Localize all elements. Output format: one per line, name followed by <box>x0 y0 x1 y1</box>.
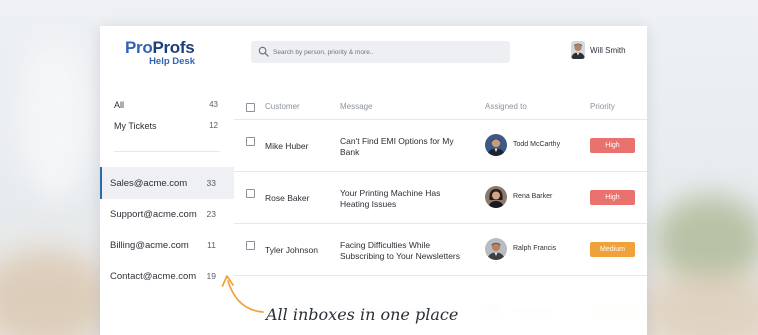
sidebar-item-all[interactable]: All 43 <box>114 100 218 110</box>
ticket-row[interactable]: Mike Huber Can't Find EMI Options for My… <box>234 120 647 172</box>
callout-caption: All inboxes in one place <box>266 305 459 324</box>
inbox-label: Sales@acme.com <box>110 178 188 189</box>
sidebar-item-count: 12 <box>209 121 218 130</box>
sidebar-item-count: 43 <box>209 100 218 109</box>
avatar <box>571 41 585 59</box>
agent-name: Todd McCarthy <box>513 141 561 148</box>
logo-wordmark: ProProfs <box>125 38 195 57</box>
inbox-count: 11 <box>207 240 216 250</box>
sidebar: All 43 My Tickets 12 Sales@acme.com 33 S… <box>100 86 234 335</box>
priority-badge: Medium <box>590 242 635 257</box>
row-checkbox[interactable] <box>246 189 255 198</box>
logo-subtitle: Help Desk <box>149 56 195 67</box>
background-blur <box>0 250 110 335</box>
placeholder-avatar <box>485 304 503 322</box>
priority-badge: High <box>590 190 635 205</box>
ticket-row[interactable]: Rose Baker Your Printing Machine Has Hea… <box>234 172 647 224</box>
divider <box>114 151 220 152</box>
column-header-customer[interactable]: Customer <box>265 102 300 111</box>
search-input[interactable] <box>273 41 503 63</box>
inbox-contact[interactable]: Contact@acme.com 19 <box>100 260 234 292</box>
help-desk-window: ProProfs Help Desk Will Smith All 43 My <box>100 26 647 335</box>
ticket-row[interactable]: Tyler Johnson Facing Difficulties While … <box>234 224 647 276</box>
sidebar-item-label: My Tickets <box>114 121 157 131</box>
search-icon <box>258 46 269 57</box>
row-checkbox[interactable] <box>246 241 255 250</box>
row-checkbox[interactable] <box>246 137 255 146</box>
proprofs-logo[interactable]: ProProfs Help Desk <box>125 38 205 70</box>
placeholder-badge <box>590 304 635 318</box>
background-blur <box>20 40 90 200</box>
column-header-assigned[interactable]: Assigned to <box>485 102 527 111</box>
inbox-label: Support@acme.com <box>110 209 197 220</box>
select-all-checkbox[interactable] <box>246 103 255 112</box>
sidebar-item-label: All <box>114 100 125 110</box>
inbox-count: 33 <box>206 178 216 188</box>
inbox-support[interactable]: Support@acme.com 23 <box>100 198 234 230</box>
inbox-label: Contact@acme.com <box>110 271 197 282</box>
ticket-message[interactable]: Facing Difficulties While Subscribing to… <box>340 240 470 262</box>
ticket-message[interactable]: Your Printing Machine Has Heating Issues <box>340 188 470 210</box>
inbox-billing[interactable]: Billing@acme.com 11 <box>100 229 234 261</box>
placeholder-bar <box>513 308 553 314</box>
ticket-message[interactable]: Can't Find EMI Options for My Bank <box>340 136 470 158</box>
agent-name: Rena Barker <box>513 193 553 200</box>
agent-avatar <box>485 186 507 208</box>
inbox-sales[interactable]: Sales@acme.com 33 <box>100 167 234 199</box>
customer-name: Mike Huber <box>265 141 309 151</box>
customer-name: Rose Baker <box>265 193 310 203</box>
customer-name: Tyler Johnson <box>265 245 318 255</box>
background-blur <box>640 270 758 335</box>
inbox-count: 23 <box>206 209 216 219</box>
table-header: Customer Message Assigned to Priority <box>234 96 647 120</box>
agent-avatar <box>485 238 507 260</box>
sidebar-item-my-tickets[interactable]: My Tickets 12 <box>114 121 218 131</box>
user-name: Will Smith <box>590 46 626 55</box>
inbox-label: Billing@acme.com <box>110 240 189 251</box>
column-header-message[interactable]: Message <box>340 102 372 111</box>
agent-avatar <box>485 134 507 156</box>
search-bar <box>251 41 510 63</box>
priority-badge: High <box>590 138 635 153</box>
agent-name: Ralph Francis <box>513 245 557 252</box>
column-header-priority[interactable]: Priority <box>590 102 615 111</box>
